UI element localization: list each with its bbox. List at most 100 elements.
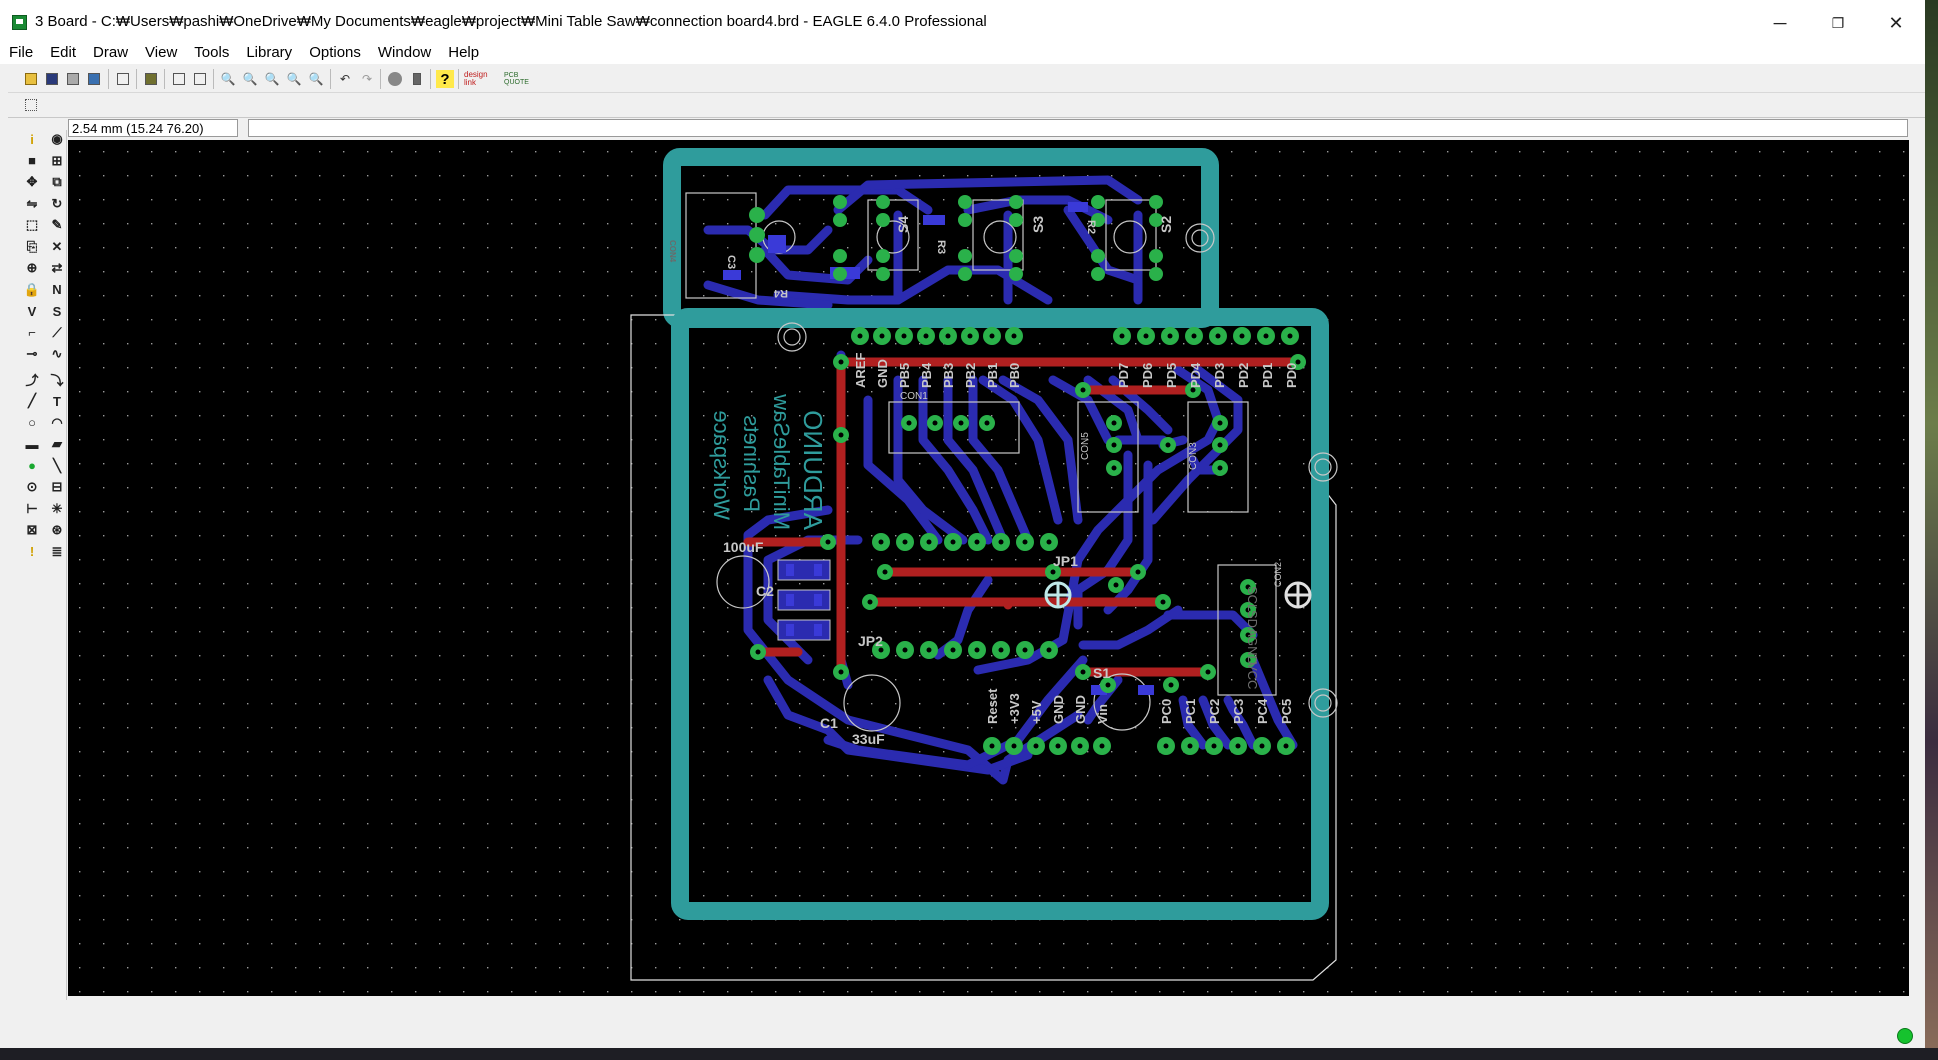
auto-icon[interactable]: ⊠ [23,521,41,539]
paste-icon[interactable]: ⎘ [23,238,41,256]
save-icon[interactable] [43,70,61,88]
zoom-in-icon[interactable]: 🔍 [241,70,259,88]
pad-hole [879,333,885,339]
menu-edit[interactable]: Edit [41,44,84,61]
delete-icon[interactable]: ✕ [48,238,66,256]
copy-icon[interactable]: ⧉ [48,173,66,191]
header-label-right: PD3 [1212,363,1227,388]
board-canvas[interactable]: S4 S3 S2 R4 R3 R2 C3 CON4 AREF GND PB5 P… [68,140,1909,996]
header-label-left: PB1 [985,363,1000,388]
pad-hole [998,539,1004,545]
show-icon[interactable]: ◉ [48,130,66,148]
pad-hole [1217,465,1223,471]
header-label-left: AREF [853,353,868,388]
group-icon[interactable]: ⬚ [23,216,41,234]
circle-icon[interactable]: ○ [23,414,41,432]
status-bar [8,1012,1925,1048]
zoom-out-icon[interactable]: 🔍 [263,70,281,88]
label-sda: SDA [1245,610,1260,637]
optimize-icon[interactable]: ⊸ [23,345,41,363]
menu-help[interactable]: Help [439,44,487,61]
attribute-icon[interactable]: ⊟ [48,478,66,496]
add-icon[interactable]: ⊕ [23,259,41,277]
pad-hole [1187,743,1193,749]
stop-icon[interactable] [386,70,404,88]
text-icon[interactable]: T [48,392,66,410]
board-icon[interactable] [170,70,188,88]
lock-icon[interactable]: 🔒 [23,281,41,299]
script-icon[interactable] [114,70,132,88]
header-label-bottom-left: Vin [1095,704,1110,724]
via-icon[interactable]: ● [23,457,41,475]
route-icon[interactable]: ⤴ [23,371,41,389]
pcb-quote-icon[interactable]: PCB QUOTE [504,70,538,88]
redo-icon[interactable]: ↷ [358,70,376,88]
header-label-bottom-right: PC2 [1207,699,1222,724]
change-icon[interactable]: ✎ [48,216,66,234]
go-icon[interactable] [408,70,426,88]
info-icon[interactable]: i [23,130,41,148]
hole-icon[interactable]: ⊙ [23,478,41,496]
mirror-icon[interactable]: ⇋ [23,195,41,213]
menu-draw[interactable]: Draw [84,44,136,61]
errors-icon[interactable]: ! [23,543,41,561]
label-s4: S4 [895,216,911,233]
zoom-select-icon[interactable]: 🔍 [307,70,325,88]
wire-icon[interactable]: ╱ [23,392,41,410]
label-c3: C3 [725,255,737,269]
erc-icon[interactable]: ≣ [48,543,66,561]
meander-icon[interactable]: ∿ [48,345,66,363]
drc-icon[interactable]: ⊛ [48,521,66,539]
miter-icon[interactable]: ⌐ [23,324,41,342]
label-s2: S2 [1158,216,1174,233]
pad-hole [1135,569,1141,575]
value-icon[interactable]: V [23,302,41,320]
text-arduino: ARDUINO [798,410,828,530]
zoom-fit-icon[interactable]: 🔍 [219,70,237,88]
rotate-icon[interactable]: ↻ [48,195,66,213]
menu-tools[interactable]: Tools [185,44,237,61]
open-icon[interactable] [22,70,40,88]
cam-icon[interactable] [85,70,103,88]
zoom-redraw-icon[interactable]: 🔍 [285,70,303,88]
label-r2: R2 [1085,220,1097,234]
pad-hole [1160,599,1166,605]
ripup-icon[interactable]: ⤵ [48,371,66,389]
pad-hole [1080,669,1086,675]
rect-icon[interactable]: ▬ [23,435,41,453]
pcb-drawing[interactable]: S4 S3 S2 R4 R3 R2 C3 CON4 AREF GND PB5 P… [68,140,1909,996]
arc-icon[interactable]: ◠ [48,414,66,432]
ratsnest-icon[interactable]: ✳ [48,500,66,518]
undo-icon[interactable]: ↶ [336,70,354,88]
horizontal-scrollbar[interactable] [68,996,1909,1012]
menu-file[interactable]: File [0,44,41,61]
pad-hole [1165,442,1171,448]
name-icon[interactable]: N [48,281,66,299]
vertical-scrollbar[interactable] [1909,140,1925,996]
ulp-icon[interactable] [142,70,160,88]
schematic-icon[interactable] [191,70,209,88]
grid-icon[interactable] [22,96,40,114]
menu-library[interactable]: Library [237,44,300,61]
design-link-icon[interactable]: design link [464,70,500,88]
move-icon[interactable]: ✥ [23,173,41,191]
mark-icon[interactable]: ⊞ [48,152,66,170]
display-icon[interactable]: ■ [23,152,41,170]
pad-hole [1055,743,1061,749]
pad-hole [1046,647,1052,653]
replace-icon[interactable]: ⇄ [48,259,66,277]
help-icon[interactable]: ? [436,70,454,88]
pad-hole [1215,333,1221,339]
command-input[interactable] [248,119,1908,137]
smash-icon[interactable]: S [48,302,66,320]
menu-options[interactable]: Options [300,44,369,61]
print-icon[interactable] [64,70,82,88]
dimension-icon[interactable]: ⊢ [23,500,41,518]
header-label-bottom-left: +5V [1029,700,1044,724]
signal-icon[interactable]: ╲ [48,457,66,475]
split-icon[interactable]: ⟋ [48,324,66,342]
polygon-icon[interactable]: ▰ [48,435,66,453]
header-label-left: GND [875,359,890,388]
menu-window[interactable]: Window [369,44,439,61]
menu-view[interactable]: View [136,44,185,61]
